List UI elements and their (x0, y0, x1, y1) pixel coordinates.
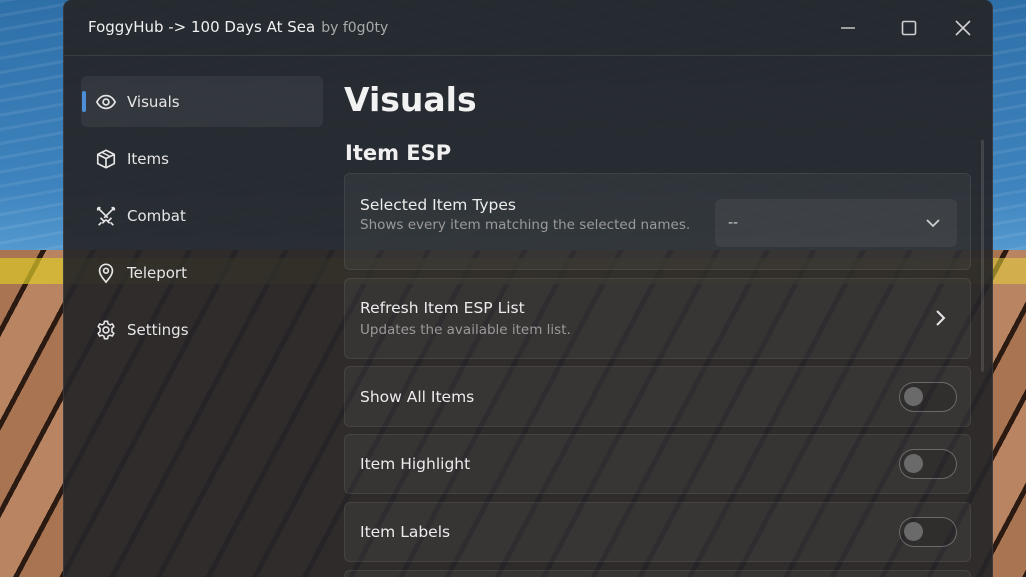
maximize-button[interactable] (895, 14, 923, 42)
toggle-knob (904, 522, 923, 541)
sidebar-item-teleport[interactable]: Teleport (81, 247, 323, 298)
setting-description: Shows every item matching the selected n… (360, 217, 691, 233)
window-author: by f0g0ty (321, 20, 389, 36)
sidebar-item-label: Teleport (127, 263, 187, 282)
setting-title: Item Highlight (360, 455, 471, 473)
setting-title: Item Labels (360, 523, 451, 541)
sidebar: Visuals Items Combat Teleport Settings (81, 76, 323, 361)
minimize-icon (841, 27, 855, 29)
sidebar-item-items[interactable]: Items (81, 133, 323, 184)
sidebar-item-label: Items (127, 149, 169, 168)
next-setting-card (344, 570, 971, 577)
map-pin-icon (95, 262, 117, 284)
chevron-down-icon (925, 215, 941, 235)
item-types-dropdown[interactable]: -- (715, 199, 957, 247)
item-highlight-card: Item Highlight (344, 434, 971, 494)
setting-title: Selected Item Types (360, 196, 517, 214)
section-title: Item ESP (345, 141, 452, 165)
sidebar-item-visuals[interactable]: Visuals (81, 76, 323, 127)
close-button[interactable] (949, 14, 977, 42)
minimize-button[interactable] (834, 14, 862, 42)
window-title-group: FoggyHub -> 100 Days At Sea by f0g0ty (88, 18, 388, 36)
show-all-items-toggle[interactable] (899, 382, 957, 412)
setting-title: Refresh Item ESP List (360, 299, 525, 317)
chevron-right-icon (934, 309, 948, 331)
close-icon (955, 20, 971, 36)
gear-icon (95, 319, 117, 341)
sidebar-item-settings[interactable]: Settings (81, 304, 323, 355)
toggle-knob (904, 387, 923, 406)
sidebar-item-label: Combat (127, 206, 186, 225)
item-labels-card: Item Labels (344, 502, 971, 562)
active-indicator (82, 91, 86, 112)
maximize-icon (901, 20, 917, 36)
setting-description: Updates the available item list. (360, 322, 571, 338)
item-highlight-toggle[interactable] (899, 449, 957, 479)
show-all-items-card: Show All Items (344, 366, 971, 427)
scrollbar[interactable] (981, 140, 984, 372)
toggle-knob (904, 454, 923, 473)
page-title: Visuals (344, 80, 477, 119)
item-labels-toggle[interactable] (899, 517, 957, 547)
dropdown-value: -- (728, 215, 739, 231)
app-window: FoggyHub -> 100 Days At Sea by f0g0ty Vis… (63, 0, 993, 577)
refresh-item-esp-card[interactable]: Refresh Item ESP List Updates the availa… (344, 278, 971, 359)
cube-icon (95, 148, 117, 170)
window-title: FoggyHub -> 100 Days At Sea (88, 18, 316, 36)
sidebar-item-label: Settings (127, 320, 189, 339)
sidebar-item-combat[interactable]: Combat (81, 190, 323, 241)
selected-item-types-card: Selected Item Types Shows every item mat… (344, 173, 971, 270)
setting-title: Show All Items (360, 388, 475, 406)
title-bar[interactable]: FoggyHub -> 100 Days At Sea by f0g0ty (64, 0, 992, 56)
crossed-swords-icon (95, 205, 117, 227)
sidebar-item-label: Visuals (127, 92, 180, 111)
eye-icon (95, 91, 117, 113)
